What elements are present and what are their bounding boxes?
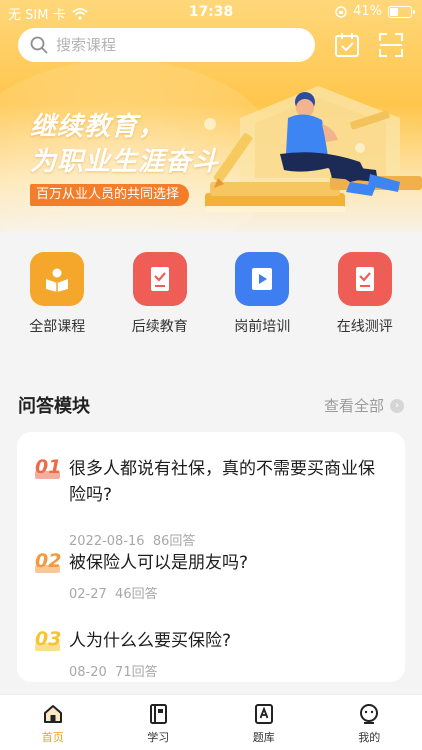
- category-pre-job-training[interactable]: 岗前培训: [217, 252, 307, 336]
- qa-answer-count: 71回答: [115, 665, 158, 680]
- scan-icon[interactable]: [377, 31, 405, 59]
- battery-level: [390, 7, 398, 16]
- question-bank-icon: [254, 704, 273, 724]
- category-label: 岗前培训: [234, 319, 291, 335]
- qa-meta: 2022-08-16 86回答: [69, 530, 195, 549]
- banner-title: 继续教育， 为职业生涯奋斗: [30, 110, 219, 180]
- qa-date: 02-27: [69, 587, 107, 602]
- qa-section-title: 问答模块: [18, 396, 90, 417]
- tab-label: 学习: [147, 731, 170, 744]
- category-online-assessment[interactable]: 在线测评: [320, 252, 410, 336]
- qa-number: 02: [35, 550, 62, 572]
- banner-illustration: [204, 86, 422, 212]
- view-all-label: 查看全部: [323, 397, 384, 415]
- notebook-icon: [150, 704, 168, 724]
- search-icon: [30, 36, 48, 54]
- status-bar: 无 SIM 卡 17:38 41%: [0, 0, 422, 24]
- tablet-check-icon: [337, 252, 392, 306]
- view-all-link[interactable]: 查看全部 ›: [324, 395, 404, 416]
- qa-answer-count: 86回答: [152, 534, 196, 549]
- banner-subtitle: 百万从业人员的共同选择: [30, 184, 190, 206]
- bottom-tab-bar: 首页 学习 题库 我的: [0, 694, 422, 750]
- search-bar[interactable]: [18, 28, 315, 62]
- tab-question-bank[interactable]: 题库: [224, 695, 304, 750]
- video-play-icon: [235, 252, 290, 306]
- banner-title-line1: 继续教育，: [30, 112, 166, 142]
- category-label: 在线测评: [336, 319, 393, 335]
- qa-question: 很多人都说有社保，真的不需要买商业保险吗?: [69, 459, 375, 505]
- tab-study[interactable]: 学习: [118, 695, 198, 750]
- tab-label: 我的: [358, 731, 381, 744]
- category-label: 全部课程: [29, 319, 86, 335]
- tab-home[interactable]: 首页: [13, 695, 93, 750]
- qa-number: 03: [35, 628, 62, 650]
- qa-list-card: 01 很多人都说有社保，真的不需要买商业保险吗? 2022-08-16 86回答…: [17, 432, 405, 682]
- qa-list-item[interactable]: 01 很多人都说有社保，真的不需要买商业保险吗? 2022-08-16 86回答: [35, 456, 391, 549]
- category-all-courses[interactable]: 全部课程: [12, 252, 102, 336]
- qa-answer-count: 46回答: [115, 587, 158, 602]
- qa-date: 08-20: [69, 665, 107, 680]
- category-label: 后续教育: [131, 319, 188, 335]
- qa-list-item[interactable]: 03 人为什么么要买保险? 08-20 71回答: [35, 628, 391, 680]
- qa-list-item[interactable]: 02 被保险人可以是朋友吗? 02-27 46回答: [35, 550, 391, 602]
- qa-meta: 02-27 46回答: [69, 583, 158, 602]
- qa-question: 被保险人可以是朋友吗?: [69, 553, 249, 573]
- search-input[interactable]: [56, 36, 286, 54]
- book-reader-icon: [30, 252, 85, 306]
- qa-meta: 08-20 71回答: [69, 661, 158, 680]
- tab-label: 首页: [41, 731, 64, 744]
- status-right: 41%: [335, 4, 415, 19]
- profile-icon: [360, 704, 379, 724]
- chevron-right-icon: ›: [390, 398, 404, 413]
- calendar-check-icon[interactable]: [333, 31, 361, 59]
- banner-title-line2: 为职业生涯奋斗: [30, 147, 220, 177]
- qa-section-header: 问答模块 查看全部 ›: [18, 392, 404, 418]
- tab-label: 题库: [252, 731, 275, 744]
- qa-date: 2022-08-16: [69, 534, 145, 549]
- home-icon: [43, 705, 62, 723]
- qa-question: 人为什么么要买保险?: [69, 631, 232, 651]
- orientation-lock-icon: [335, 5, 347, 18]
- battery-icon: [388, 5, 415, 18]
- battery-percent: 41%: [353, 4, 382, 19]
- category-continuing-education[interactable]: 后续教育: [115, 252, 205, 336]
- tablet-check-icon: [132, 252, 187, 306]
- tab-profile[interactable]: 我的: [329, 695, 409, 750]
- qa-number: 01: [35, 456, 62, 478]
- category-grid: 全部课程 后续教育 岗前培训 在线测评: [0, 252, 422, 336]
